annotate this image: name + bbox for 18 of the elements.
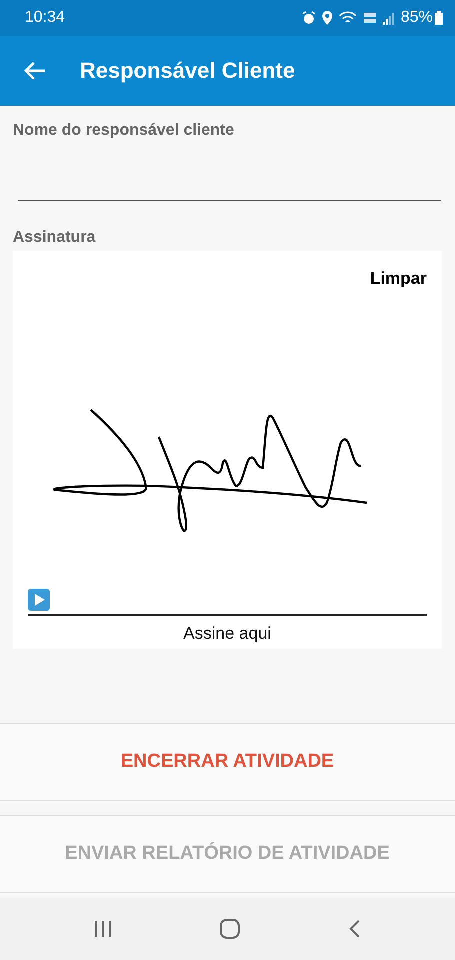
- clear-link[interactable]: Limpar: [370, 269, 427, 289]
- status-time: 10:34: [25, 9, 66, 27]
- play-icon: [28, 589, 50, 611]
- home-icon[interactable]: [219, 918, 242, 940]
- battery-icon: [435, 11, 443, 25]
- back-icon[interactable]: [348, 919, 362, 939]
- signal-icon: [382, 11, 395, 25]
- battery-percent: 85%: [400, 9, 433, 27]
- back-arrow-icon[interactable]: [24, 61, 46, 81]
- location-icon: [322, 11, 333, 25]
- section-label: Assinatura: [13, 229, 97, 247]
- field-label: Nome do responsável cliente: [13, 122, 236, 140]
- recent-apps-icon[interactable]: [93, 920, 114, 938]
- screen-title: Responsável Cliente: [80, 58, 296, 84]
- wifi-icon: [338, 11, 357, 25]
- alarm-clock-icon: [302, 11, 316, 25]
- signature-pad[interactable]: Limpar Assine aqui: [13, 251, 442, 649]
- sign-here-hint: Assine aqui: [184, 624, 272, 644]
